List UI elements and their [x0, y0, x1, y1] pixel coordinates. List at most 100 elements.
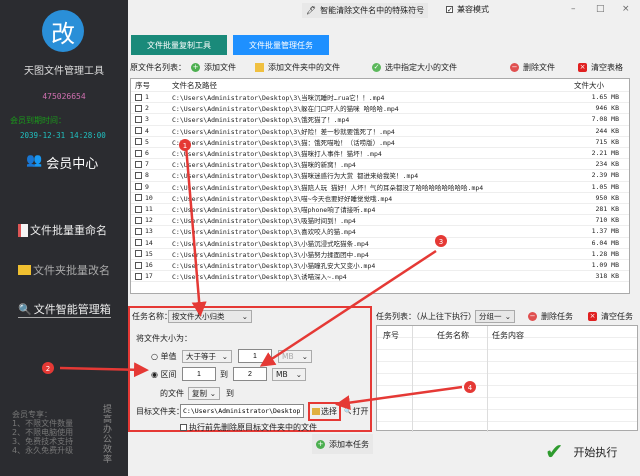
add-folder-label: 添加文件夹中的文件: [268, 63, 340, 72]
table-row[interactable]: 15 C:\Users\Administrator\Desktop\3\小猫努力揉…: [131, 249, 629, 260]
row-checkbox[interactable]: [135, 171, 142, 179]
header-index[interactable]: 序号: [131, 80, 169, 91]
expire-time: 2039-12-31 14:28:00: [20, 131, 106, 140]
row-index: 7: [131, 160, 169, 168]
table-row[interactable]: 8 C:\Users\Administrator\Desktop\3\猫咪迷惑行为…: [131, 170, 629, 182]
add-task-button[interactable]: + 添加本任务: [312, 434, 373, 454]
row-path: C:\Users\Administrator\Desktop\3\吸猫时间到！.…: [172, 217, 356, 226]
row-size: 318 KB: [595, 272, 619, 281]
row-checkbox[interactable]: [135, 138, 142, 146]
single-value-input[interactable]: [238, 349, 272, 363]
target-folder-input[interactable]: [180, 404, 304, 418]
row-index: 8: [131, 171, 169, 179]
minimize-button[interactable]: –: [571, 4, 576, 14]
task-name-value: 按文件大小归类: [172, 312, 225, 321]
row-size: 281 KB: [595, 205, 619, 214]
start-button[interactable]: ✔ 开始执行: [545, 432, 617, 472]
add-file-label: 添加文件: [204, 63, 236, 72]
tab-batch-manage[interactable]: 文件批量管理任务: [233, 35, 329, 55]
list-label: 原文件名列表：: [130, 63, 186, 72]
close-button[interactable]: ×: [622, 4, 630, 14]
row-number: 11: [145, 205, 153, 214]
row-index: 2: [131, 104, 169, 112]
sidebar-item-folder-rename[interactable]: 文件夹批量改名: [18, 262, 110, 278]
table-row[interactable]: 6 C:\Users\Administrator\Desktop\3\猫咪打人事件…: [131, 148, 629, 160]
sidebar-item-smart-box[interactable]: 🔍 文件智能管理箱: [18, 301, 111, 318]
row-size: 715 KB: [595, 137, 619, 146]
member-center-button[interactable]: 👥 会员中心: [26, 153, 98, 172]
clear-table-button[interactable]: × 清空表格: [578, 62, 623, 73]
table-row[interactable]: 14 C:\Users\Administrator\Desktop\3\小猫沉浸式…: [131, 238, 629, 249]
row-checkbox[interactable]: [135, 227, 142, 235]
table-row[interactable]: 7 C:\Users\Administrator\Desktop\3\猫咪的新窝！…: [131, 159, 629, 171]
row-checkbox[interactable]: [135, 205, 142, 213]
minus-icon: −: [510, 63, 519, 72]
row-checkbox[interactable]: [135, 239, 142, 247]
table-row[interactable]: 16 C:\Users\Administrator\Desktop\3\小猫瞳孔安…: [131, 260, 629, 272]
task-form: 任务名称： 按文件大小归类⌄ 将文件大小为： ○ 单值 大于等于⌄ MB⌄ ◉ …: [128, 306, 372, 432]
row-checkbox[interactable]: [135, 250, 142, 258]
table-row[interactable]: 4 C:\Users\Administrator\Desktop\3\好险！差一秒…: [131, 126, 629, 137]
range-from-input[interactable]: [182, 367, 216, 381]
add-folder-button[interactable]: 添加文件夹中的文件: [255, 62, 340, 73]
row-number: 13: [145, 227, 153, 236]
row-checkbox[interactable]: [135, 93, 142, 101]
choose-folder-button[interactable]: 选择: [308, 402, 341, 421]
single-radio[interactable]: ○ 单值: [151, 351, 177, 362]
row-path: C:\Users\Administrator\Desktop\3\喵~今天也要好…: [172, 194, 393, 203]
table-row[interactable]: 10 C:\Users\Administrator\Desktop\3\喵~今天也…: [131, 193, 629, 204]
table-row[interactable]: 12 C:\Users\Administrator\Desktop\3\吸猫时间到…: [131, 215, 629, 227]
app-logo: 改: [42, 10, 84, 52]
row-number: 5: [145, 137, 149, 146]
clear-tasks-button[interactable]: × 清空任务: [588, 311, 633, 322]
open-folder-button[interactable]: 🔍 打开: [344, 406, 368, 417]
range-radio[interactable]: ◉ 区间: [151, 369, 177, 380]
delete-file-button[interactable]: − 删除文件: [510, 62, 555, 73]
table-row[interactable]: 5 C:\Users\Administrator\Desktop\3\猫：饿死喵啦…: [131, 137, 629, 148]
row-checkbox[interactable]: [135, 115, 142, 123]
row-number: 16: [145, 261, 153, 270]
row-checkbox[interactable]: [135, 272, 142, 280]
header-path[interactable]: 文件名及路径: [169, 80, 559, 91]
maximize-button[interactable]: □: [596, 4, 605, 14]
table-row[interactable]: 2 C:\Users\Administrator\Desktop\3\躲在门口吓人…: [131, 103, 629, 115]
tab-batch-copy[interactable]: 文件批量复制工具: [131, 35, 227, 55]
row-checkbox[interactable]: [135, 160, 142, 168]
plus-icon: +: [191, 63, 200, 72]
table-row[interactable]: 1 C:\Users\Administrator\Desktop\3\当咪沉睡时……: [131, 92, 629, 104]
table-row[interactable]: 9 C:\Users\Administrator\Desktop\3\猫陪人玩 猫…: [131, 182, 629, 193]
group-select[interactable]: 分组一 ⌄: [475, 310, 515, 323]
table-row[interactable]: 17 C:\Users\Administrator\Desktop\3\诱喵深入~…: [131, 271, 629, 283]
table-row[interactable]: 11 C:\Users\Administrator\Desktop\3\喵phon…: [131, 204, 629, 216]
table-row[interactable]: 3 C:\Users\Administrator\Desktop\3\饿死猫了！.…: [131, 114, 629, 126]
table-row[interactable]: 13 C:\Users\Administrator\Desktop\3\喜欢咬人的…: [131, 226, 629, 238]
row-checkbox[interactable]: [135, 149, 142, 157]
clear-table-label: 清空表格: [591, 63, 623, 72]
add-file-button[interactable]: + 添加文件: [191, 62, 236, 73]
delete-task-button[interactable]: − 删除任务: [528, 311, 573, 322]
row-index: 10: [131, 194, 169, 202]
single-op-select[interactable]: 大于等于 ⌄: [182, 350, 232, 363]
select-size-button[interactable]: ✓ 选中指定大小的文件: [372, 62, 457, 73]
task-name-select[interactable]: 按文件大小归类 ⌄: [168, 310, 252, 323]
range-to-input[interactable]: [233, 367, 267, 381]
search-icon: 🔍: [18, 302, 32, 316]
sidebar-item-label: 文件夹批量改名: [33, 264, 110, 277]
row-checkbox[interactable]: [135, 183, 142, 191]
delete-before-checkbox[interactable]: 执行前先删除原目标文件夹中的文件: [180, 422, 317, 433]
row-checkbox[interactable]: [135, 216, 142, 224]
row-checkbox[interactable]: [135, 261, 142, 269]
header-size[interactable]: 文件大小: [559, 80, 619, 91]
row-checkbox[interactable]: [135, 194, 142, 202]
row-checkbox[interactable]: [135, 127, 142, 135]
compat-mode-checkbox[interactable]: ✓ 兼容模式: [446, 4, 489, 15]
row-checkbox[interactable]: [135, 104, 142, 112]
row-number: 15: [145, 249, 153, 258]
row-size: 710 KB: [595, 216, 619, 225]
action-value: 复制: [192, 389, 207, 398]
special-chars-button[interactable]: 🖊 智能清除文件名中的特殊符号: [302, 3, 429, 18]
action-select[interactable]: 复制 ⌄: [188, 387, 220, 400]
range-unit-select[interactable]: MB ⌄: [272, 368, 306, 381]
sidebar-item-batch-rename[interactable]: 文件批量重命名: [18, 222, 107, 238]
single-unit-select[interactable]: MB ⌄: [278, 350, 312, 363]
